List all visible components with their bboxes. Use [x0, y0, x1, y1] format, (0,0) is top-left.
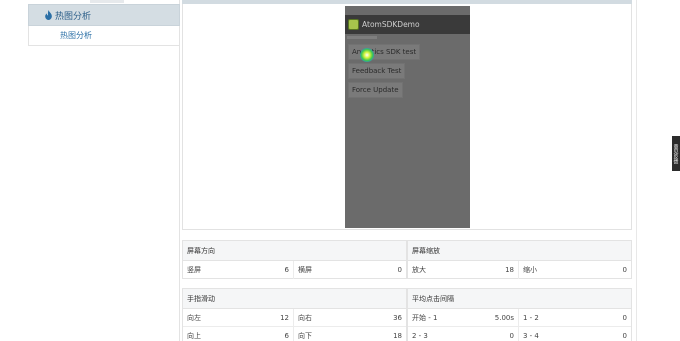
stat-cell: 缩小 0: [518, 261, 631, 279]
stat-cell: 向上 6: [183, 327, 293, 341]
stat-value: 5.00s: [494, 314, 514, 322]
stat-value: 18: [505, 266, 514, 274]
android-app-icon: [348, 19, 359, 30]
sidebar-header-label: 热图分析: [55, 11, 92, 22]
table-row: 开始 - 1 5.00s 1 - 2 0: [408, 309, 631, 327]
click-interval-card: 平均点击间隔 开始 - 1 5.00s 1 - 2 0 2 - 3 0 3 - 4 0: [407, 288, 632, 341]
stat-label: 竖屏: [187, 266, 201, 274]
stat-label: 向上: [187, 332, 201, 340]
stat-label: 横屏: [298, 266, 312, 274]
sidebar-item-heatmap[interactable]: 热图分析: [28, 4, 180, 26]
stat-value: 0: [509, 332, 514, 340]
app-subtitle-strip: [347, 36, 377, 39]
stat-label: 向左: [187, 314, 201, 322]
force-update-button: Force Update: [348, 82, 403, 98]
flame-icon: [45, 10, 52, 20]
card-title: 屏幕缩放: [408, 241, 631, 261]
heatmap-click-spot: [360, 48, 374, 62]
stat-cell: 1 - 2 0: [518, 309, 631, 327]
feedback-tab[interactable]: 意见反馈: [672, 136, 680, 171]
card-title: 平均点击间隔: [408, 289, 631, 309]
stat-value: 0: [622, 332, 627, 340]
stat-label: 1 - 2: [523, 314, 539, 322]
stat-value: 0: [622, 314, 627, 322]
feedback-test-button: Feedback Test: [348, 63, 406, 79]
stat-cell: 放大 18: [408, 261, 518, 279]
stat-value: 0: [622, 266, 627, 274]
stat-cell: 3 - 4 0: [518, 327, 631, 341]
zoom-card: 屏幕缩放 放大 18 缩小 0: [407, 240, 632, 279]
card-title: 屏幕方向: [183, 241, 406, 261]
table-row: 向上 6 向下 18: [183, 327, 406, 341]
table-row: 放大 18 缩小 0: [408, 261, 631, 279]
stat-value: 0: [397, 266, 402, 274]
table-row: 向左 12 向右 36: [183, 309, 406, 327]
table-row: 竖屏 6 横屏 0: [183, 261, 406, 279]
stat-cell: 向左 12: [183, 309, 293, 327]
swipe-card: 手指滑动 向左 12 向右 36 向上 6 向下 18: [182, 288, 407, 341]
analytics-sdk-test-button: Analytics SDK test: [348, 44, 421, 60]
sidebar-subitem-heatmap[interactable]: 热图分析: [28, 26, 180, 46]
stat-label: 2 - 3: [412, 332, 428, 340]
stat-label: 放大: [412, 266, 426, 274]
stat-value: 18: [393, 332, 402, 340]
stat-label: 开始 - 1: [412, 314, 438, 322]
stat-label: 向下: [298, 332, 312, 340]
table-row: 2 - 3 0 3 - 4 0: [408, 327, 631, 341]
stat-cell: 向右 36: [293, 309, 406, 327]
orientation-card: 屏幕方向 竖屏 6 横屏 0: [182, 240, 407, 279]
stat-cell: 横屏 0: [293, 261, 406, 279]
app-title: AtomSDKDemo: [362, 20, 420, 29]
stat-value: 6: [284, 266, 289, 274]
sidebar-top-tab: [90, 0, 124, 3]
sidebar-subitem-label: 热图分析: [60, 31, 92, 40]
stat-label: 缩小: [523, 266, 537, 274]
stat-label: 向右: [298, 314, 312, 322]
stat-label: 3 - 4: [523, 332, 539, 340]
card-title: 手指滑动: [183, 289, 406, 309]
stat-value: 6: [284, 332, 289, 340]
stat-value: 12: [280, 314, 289, 322]
content-right-divider: [636, 0, 637, 341]
stat-value: 36: [393, 314, 402, 322]
phone-screenshot: AtomSDKDemo Analytics SDK test Feedback …: [345, 6, 470, 228]
stat-cell: 开始 - 1 5.00s: [408, 309, 518, 327]
sidebar: 热图分析 热图分析: [28, 0, 180, 341]
stat-cell: 向下 18: [293, 327, 406, 341]
stat-cell: 2 - 3 0: [408, 327, 518, 341]
stat-cell: 竖屏 6: [183, 261, 293, 279]
app-title-bar: AtomSDKDemo: [345, 15, 470, 34]
